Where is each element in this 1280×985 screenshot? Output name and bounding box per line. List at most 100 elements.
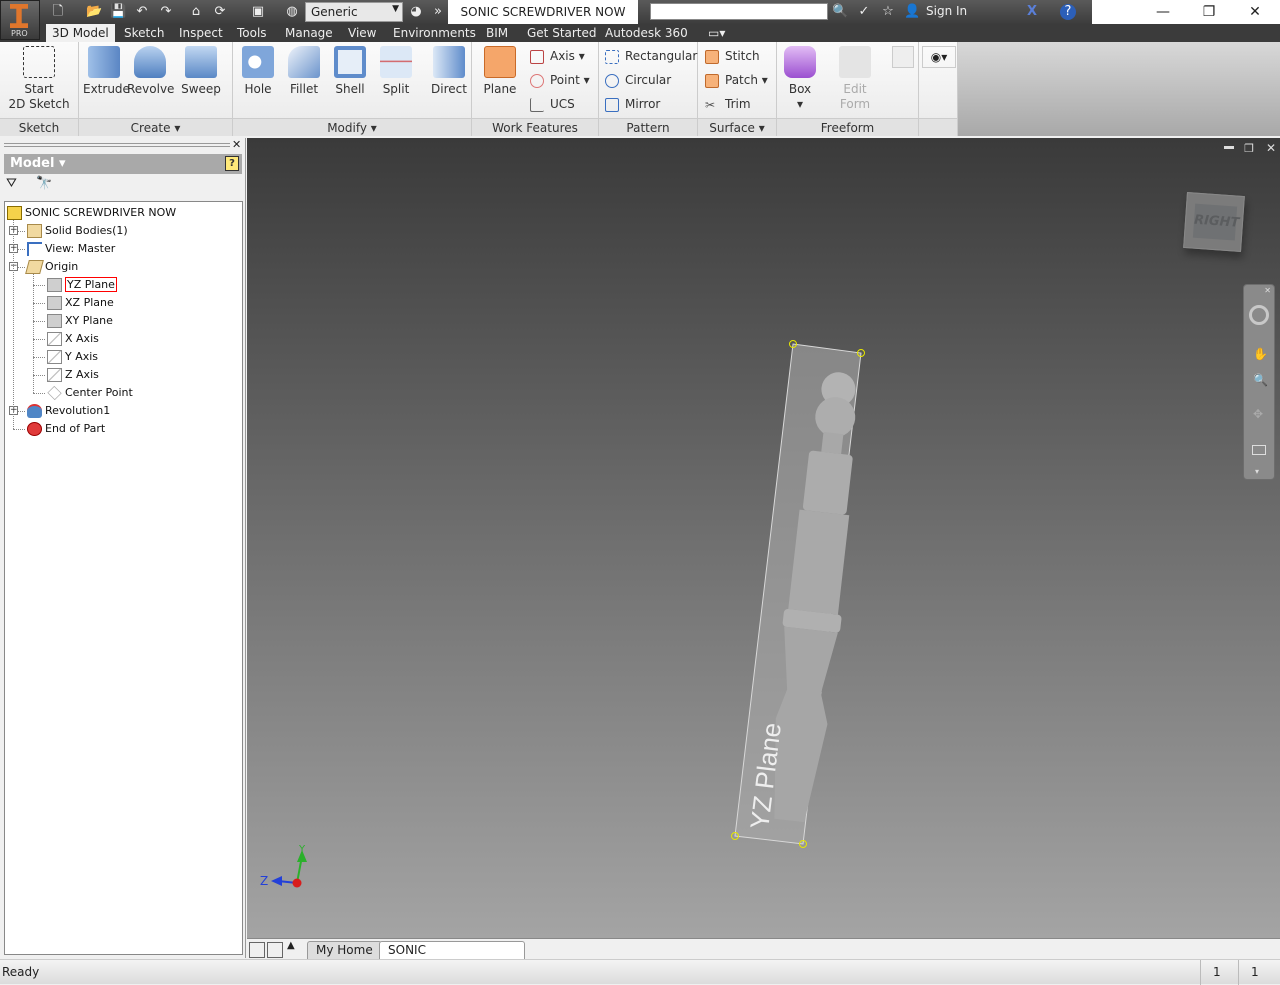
axis-button[interactable]: Axis ▾: [530, 46, 585, 66]
tab-3d-model[interactable]: 3D Model: [46, 24, 115, 42]
tree-node[interactable]: Origin: [25, 258, 78, 276]
circular-pattern-button[interactable]: Circular: [605, 70, 671, 90]
select-icon[interactable]: ▣: [250, 4, 266, 20]
tree-node[interactable]: Z Axis: [47, 366, 99, 384]
tree-node[interactable]: X Axis: [47, 330, 99, 348]
start-2d-sketch-button[interactable]: Start 2D Sketch: [8, 46, 70, 112]
box-button[interactable]: Box ▾: [779, 46, 821, 112]
appearance-dropdown[interactable]: Generic ▼: [305, 2, 403, 22]
material-icon[interactable]: ◍: [284, 4, 300, 20]
point-button[interactable]: Point ▾: [530, 70, 590, 90]
panel-label[interactable]: Create ▾: [79, 118, 232, 136]
extrude-button[interactable]: Extrude: [83, 46, 130, 97]
ribbon-display-toggle[interactable]: ▭▾: [702, 24, 731, 42]
split-button[interactable]: Split: [375, 46, 417, 97]
search-input[interactable]: [650, 3, 828, 20]
save-icon[interactable]: 💾: [110, 4, 126, 20]
subscription-icon[interactable]: ✓: [856, 4, 872, 20]
close-button[interactable]: ✕: [1232, 0, 1278, 24]
fillet-button[interactable]: Fillet: [283, 46, 325, 97]
minimize-button[interactable]: —: [1140, 0, 1186, 24]
find-binoculars-icon[interactable]: 🔭: [36, 176, 52, 191]
tree-node[interactable]: YZ Plane: [47, 276, 117, 294]
help-icon[interactable]: ?: [1060, 4, 1076, 20]
customize-panel-button[interactable]: ◉▾: [922, 46, 956, 68]
tab-environments[interactable]: Environments: [387, 24, 482, 42]
rectangular-pattern-button[interactable]: Rectangular: [605, 46, 697, 66]
point-icon: [47, 385, 62, 401]
tab-inspect[interactable]: Inspect: [173, 24, 229, 42]
tab-my-home[interactable]: My Home: [307, 941, 382, 959]
direct-button[interactable]: Direct: [427, 46, 471, 97]
convert-icon[interactable]: [892, 46, 914, 68]
axis-icon: [47, 332, 62, 346]
tab-sketch[interactable]: Sketch: [118, 24, 170, 42]
panel-grip[interactable]: [4, 143, 230, 147]
new-icon[interactable]: 🗋: [50, 4, 66, 20]
search-icon[interactable]: 🔍: [832, 4, 848, 20]
tab-get-started[interactable]: Get Started: [521, 24, 603, 42]
ucs-button[interactable]: UCS: [530, 94, 575, 114]
model-canvas: YZ Plane Y Z: [260, 340, 865, 888]
steering-wheel-icon[interactable]: [1249, 305, 1269, 325]
open-icon[interactable]: 📂: [86, 4, 102, 20]
tile-windows-icon[interactable]: [267, 942, 283, 958]
update-icon[interactable]: ⟳: [212, 4, 228, 20]
redo-icon[interactable]: ↷: [158, 4, 174, 20]
sketch-icon: [23, 46, 55, 78]
open-documents-icon[interactable]: ▲: [287, 940, 295, 951]
tree-node[interactable]: Revolution1: [27, 402, 110, 420]
tab-tools[interactable]: Tools: [231, 24, 273, 42]
cascade-windows-icon[interactable]: [249, 942, 265, 958]
tree-node[interactable]: Solid Bodies(1): [27, 222, 128, 240]
revolve-icon: [27, 404, 42, 418]
tree-node[interactable]: Center Point: [47, 384, 133, 402]
zoom-icon[interactable]: 🔍: [1253, 373, 1268, 387]
tree-node[interactable]: XZ Plane: [47, 294, 114, 312]
tree-node[interactable]: Y Axis: [47, 348, 98, 366]
tab-bim[interactable]: BIM: [480, 24, 514, 42]
tree-node[interactable]: SONIC SCREWDRIVER NOW: [7, 204, 176, 222]
restore-button[interactable]: ❐: [1186, 0, 1232, 24]
user-icon[interactable]: 👤: [904, 4, 920, 20]
more-icon[interactable]: »: [430, 4, 446, 20]
tab-document[interactable]: SONIC SCREWDR...ipt ⊠: [379, 941, 525, 974]
tree-node[interactable]: XY Plane: [47, 312, 113, 330]
favorites-icon[interactable]: ☆: [880, 4, 896, 20]
filter-icon[interactable]: ⛛: [6, 176, 17, 191]
exchange-icon[interactable]: X: [1024, 4, 1040, 20]
sweep-button[interactable]: Sweep: [179, 46, 223, 97]
tab-autodesk-360[interactable]: Autodesk 360: [599, 24, 694, 42]
revolve-button[interactable]: Revolve: [127, 46, 174, 97]
sign-in-link[interactable]: Sign In: [926, 4, 967, 18]
tab-view[interactable]: View: [342, 24, 382, 42]
undo-icon[interactable]: ↶: [134, 4, 150, 20]
view-face-icon[interactable]: [1252, 445, 1266, 455]
tab-manage[interactable]: Manage: [279, 24, 339, 42]
close-navbar-icon[interactable]: ✕: [1264, 286, 1271, 295]
patch-button[interactable]: Patch ▾: [705, 70, 768, 90]
trim-button[interactable]: ✂ Trim: [705, 94, 751, 114]
plane-button[interactable]: Plane: [478, 46, 522, 97]
pan-icon[interactable]: ✋: [1253, 347, 1268, 361]
stitch-button[interactable]: Stitch: [705, 46, 760, 66]
tree-node[interactable]: View: Master: [27, 240, 115, 258]
graphics-viewport[interactable]: ❐ ✕ YZ Plane Y Z RIGHT ✕ ✋ 🔍 ✥ ▾: [247, 138, 1280, 938]
customize-navbar-icon[interactable]: ▾: [1255, 467, 1259, 476]
mirror-button[interactable]: Mirror: [605, 94, 660, 114]
panel-label[interactable]: Modify ▾: [233, 118, 471, 136]
browser-header[interactable]: Model ▾ ?: [4, 154, 242, 174]
home-icon[interactable]: ⌂: [188, 4, 204, 20]
panel-label[interactable]: Surface ▾: [698, 118, 776, 136]
extrude-icon: [88, 46, 120, 78]
application-menu-button[interactable]: PRO: [0, 0, 40, 40]
tree-node[interactable]: End of Part: [27, 420, 105, 438]
viewcube[interactable]: RIGHT: [1183, 192, 1245, 252]
help-icon[interactable]: ?: [225, 156, 239, 171]
hole-button[interactable]: Hole: [237, 46, 279, 97]
close-browser-icon[interactable]: ✕: [232, 138, 241, 151]
orbit-icon[interactable]: ✥: [1253, 407, 1263, 421]
edit-form-button[interactable]: Edit Form: [833, 46, 877, 112]
shell-button[interactable]: Shell: [329, 46, 371, 97]
color-wheel-icon[interactable]: ◕: [408, 4, 424, 20]
